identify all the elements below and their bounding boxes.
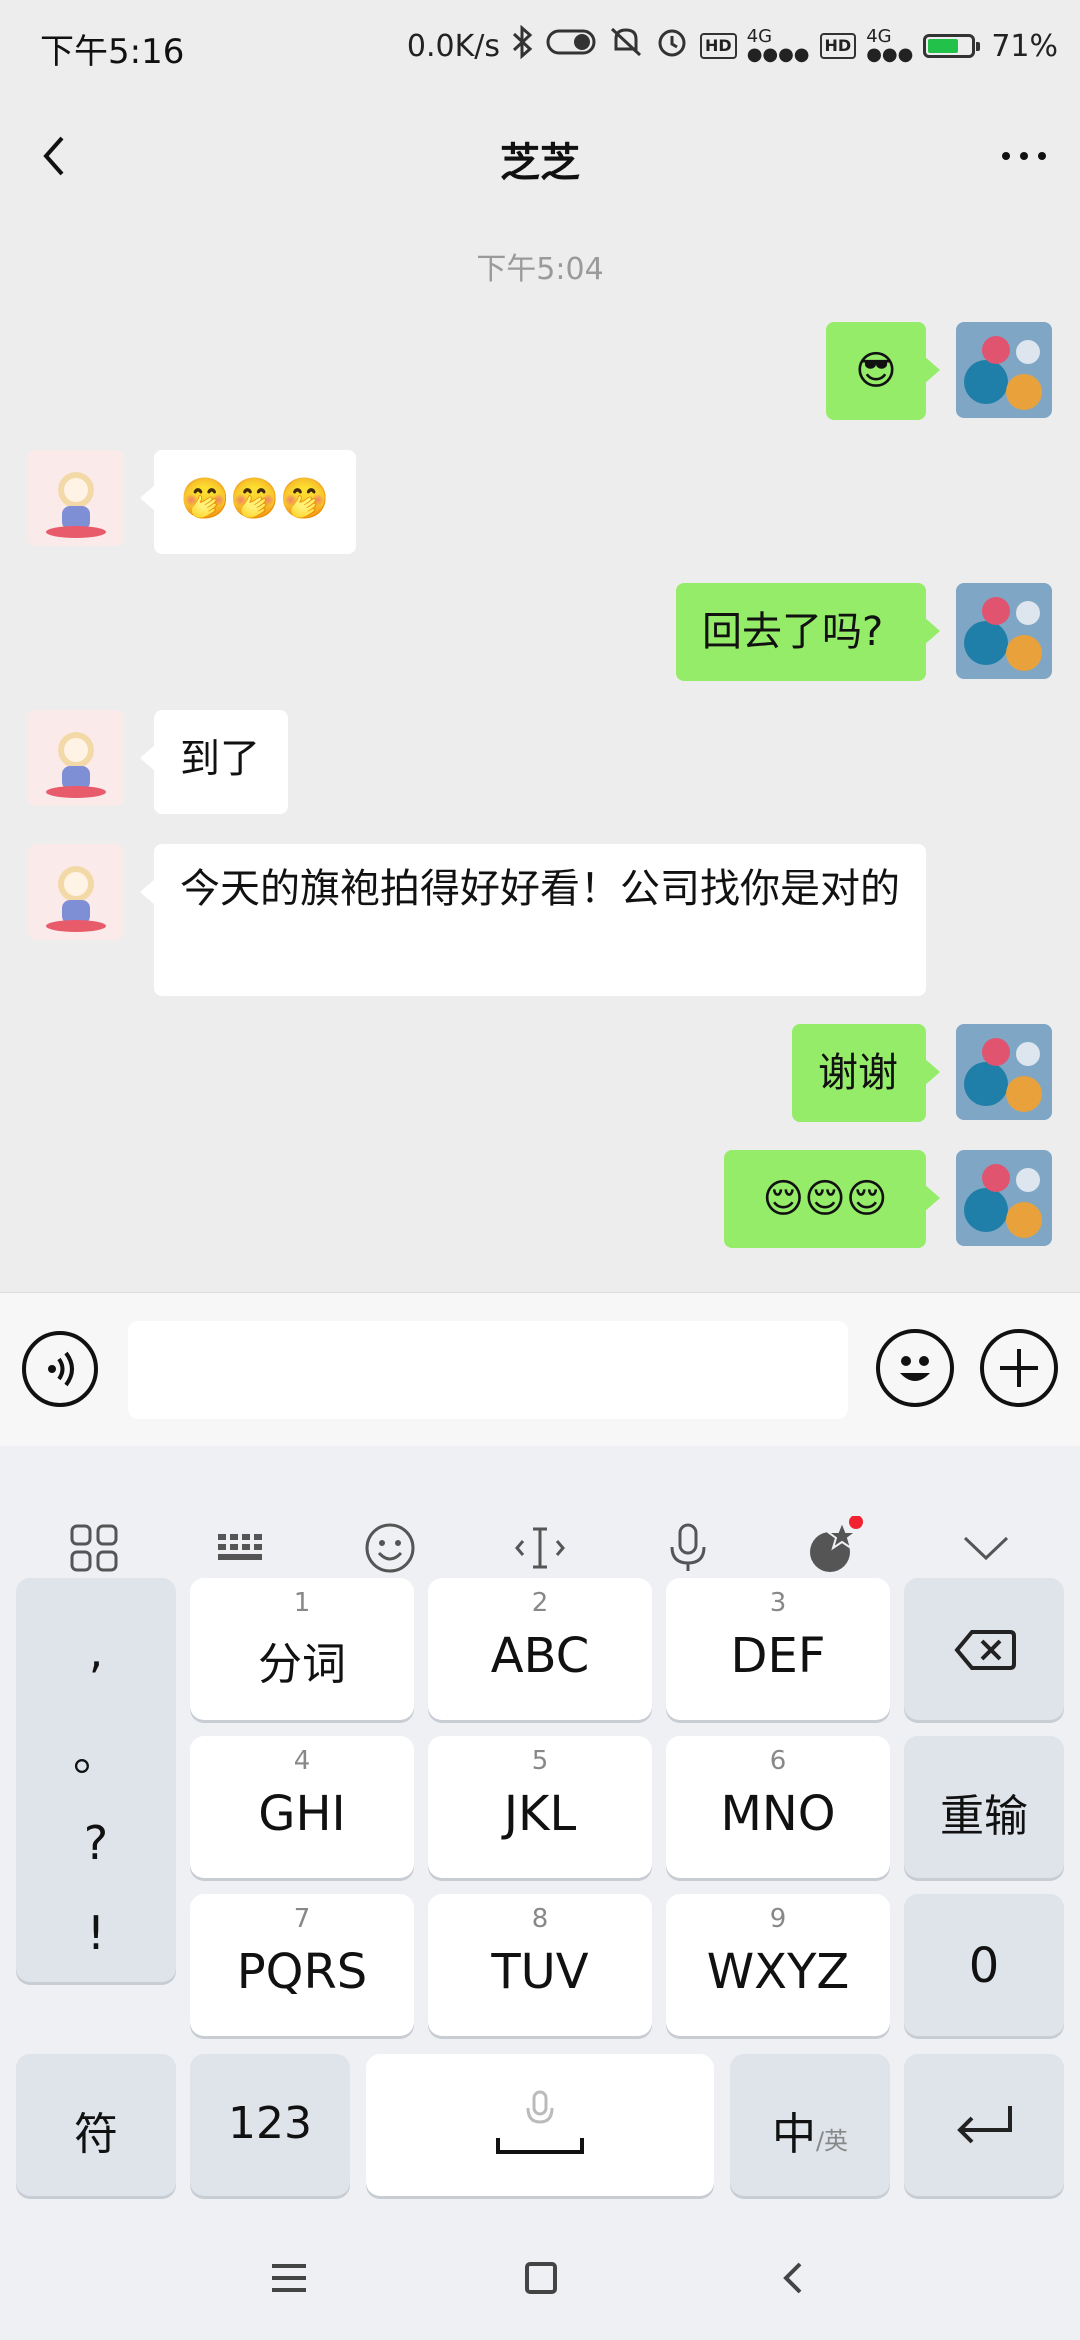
emoji-panel-button[interactable] [350,1508,430,1588]
backspace-key[interactable] [904,1578,1064,1720]
punct-key-comma[interactable]: , [16,1624,176,1678]
mic-icon [670,1523,706,1571]
space-key[interactable] [366,2054,714,2196]
message-timestamp: 下午5:04 [476,252,604,287]
voice-input-button[interactable] [648,1508,728,1588]
mute-icon [608,25,644,67]
symbol-key[interactable]: 符 [16,2054,176,2196]
battery-icon [923,34,981,58]
nav-menu-button[interactable] [262,2256,316,2300]
key-4[interactable]: 4 GHI [190,1736,414,1878]
space-mic-icon [496,2090,584,2154]
num123-key[interactable]: 123 [190,2054,350,2196]
more-icon [1002,152,1046,160]
grid-button[interactable] [54,1508,134,1588]
home-icon [525,2262,557,2294]
collapse-keyboard-button[interactable] [946,1508,1026,1588]
enter-key[interactable] [904,2054,1064,2196]
message-bubble-sent[interactable]: 回去了吗? [676,583,940,681]
chevron-down-icon [963,1536,1009,1561]
status-icons: 0.0K/s HD 4G ●●●● HD 4G ●●● 71% [407,24,1058,68]
key-1[interactable]: 1 分词 [190,1578,414,1720]
cursor-button[interactable] [500,1508,580,1588]
bluetooth-icon [510,24,536,67]
key-5[interactable]: 5 JKL [428,1736,652,1878]
chat-header: 芝芝 [0,92,1080,220]
message-bubble-received[interactable]: 🤭🤭🤭 [140,450,356,554]
message-bubble-sent[interactable]: 😌😌😌 [724,1150,940,1248]
key-3[interactable]: 3 DEF [666,1578,890,1720]
key-7[interactable]: 7 PQRS [190,1894,414,2036]
key-8[interactable]: 8 TUV [428,1894,652,2036]
menu-icon [272,2264,306,2292]
more-functions-button[interactable] [980,1329,1058,1407]
battery-level: 71% [991,28,1058,64]
toggle-icon [546,27,598,65]
hd-badge-2: HD [819,33,857,59]
message-input[interactable] [128,1321,848,1419]
cursor-icon [515,1527,565,1569]
key-2[interactable]: 2 ABC [428,1578,652,1720]
contact-avatar[interactable] [28,450,124,546]
lang-switch-key[interactable]: 中/英 [730,2054,890,2196]
key-9[interactable]: 9 WXYZ [666,1894,890,2036]
voice-toggle-button[interactable] [22,1331,98,1407]
contact-avatar[interactable] [28,844,124,940]
input-bar [0,1292,1080,1447]
punct-key-question[interactable]: ? [16,1816,176,1870]
zero-key[interactable]: 0 [904,1894,1064,2036]
my-avatar[interactable] [956,322,1052,418]
my-avatar[interactable] [956,583,1052,679]
key-6[interactable]: 6 MNO [666,1736,890,1878]
voice-icon [48,1351,74,1387]
punctuation-column: , 。 ? ! [16,1578,176,1982]
skin-button[interactable] [796,1508,876,1588]
emoji-button[interactable] [876,1329,954,1407]
keyboard-icon [218,1534,262,1560]
punct-key-period[interactable]: 。 [16,1718,176,1784]
skin-icon [810,1516,863,1572]
punct-key-exclaim[interactable]: ! [16,1906,176,1960]
message-bubble-received[interactable]: 今天的旗袍拍得好好看！公司找你是对的 [140,844,926,996]
nav-home-button[interactable] [514,2256,568,2300]
grid-icon [70,1524,118,1572]
message-bubble-sent[interactable]: 😎 [826,322,940,420]
network-speed: 0.0K/s [406,28,501,64]
system-nav-bar [0,2216,1080,2340]
backspace-icon [954,1630,1016,1670]
nav-back-button[interactable] [766,2256,820,2300]
hd-badge: HD [700,33,737,59]
smiley-icon [900,1356,930,1381]
my-avatar[interactable] [956,1150,1052,1246]
status-bar: 下午5:16 0.0K/s HD 4G ●●●● HD 4G ●●● 71% [0,0,1080,92]
enter-icon [957,2106,1012,2144]
signal-2: 4G ●●● [866,26,914,65]
more-button[interactable] [994,126,1054,186]
message-bubble-sent[interactable]: 谢谢 [792,1024,940,1122]
contact-avatar[interactable] [28,710,124,806]
back-icon [783,2262,802,2294]
emoji-icon [365,1523,415,1573]
signal-1: 4G ●●●● [746,26,810,65]
message-bubble-received[interactable]: 到了 [140,710,288,814]
plus-icon [1000,1349,1038,1387]
ime-keyboard: , 。 ? ! 1 分词 2 ABC 3 DEF 4 GHI 5 JKL 6 MNO 重输 … [0,1446,1080,2216]
chat-title: 芝芝 [500,140,580,186]
my-avatar[interactable] [956,1024,1052,1120]
reenter-key[interactable]: 重输 [904,1736,1064,1878]
status-time: 下午5:16 [40,32,185,72]
alarm-icon [654,24,690,68]
keyboard-switch-button[interactable] [202,1508,282,1588]
